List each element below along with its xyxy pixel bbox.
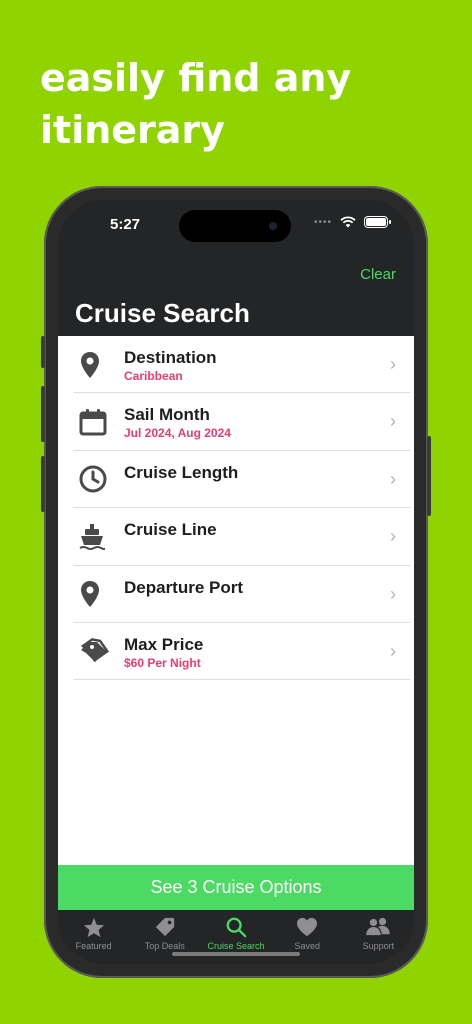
tag-icon xyxy=(154,916,176,938)
volume-up-button xyxy=(41,386,45,442)
see-cruise-options-button[interactable]: See 3 Cruise Options xyxy=(58,865,414,910)
home-indicator xyxy=(172,952,300,956)
tab-label: Top Deals xyxy=(144,941,185,951)
row-label: Destination xyxy=(124,348,217,367)
clock-icon xyxy=(73,451,113,508)
row-label: Cruise Length xyxy=(124,462,239,482)
promo-headline: easily find any itinerary xyxy=(40,56,352,152)
status-icons: •••• xyxy=(313,216,391,228)
row-label: Sail Month xyxy=(124,405,210,425)
app-screen: 5:27 •••• Clear Cruise Search Destinatio… xyxy=(58,200,414,964)
chevron-right-icon: › xyxy=(390,354,396,374)
status-bar: 5:27 •••• xyxy=(58,200,414,250)
heart-icon xyxy=(296,916,318,938)
tab-label: Featured xyxy=(75,941,112,951)
row-label: Cruise Line xyxy=(124,520,217,540)
tab-support[interactable]: Support xyxy=(343,910,414,964)
row-value: Jul 2024, Aug 2024 xyxy=(124,426,231,441)
chevron-right-icon: › xyxy=(390,583,396,604)
search-filter-list: Destination Caribbean › Sail Month Jul 2… xyxy=(58,336,414,866)
calendar-icon xyxy=(73,393,113,450)
chevron-right-icon: › xyxy=(390,641,396,661)
chevron-right-icon: › xyxy=(390,526,396,547)
page-title: Cruise Search xyxy=(75,298,250,328)
chevron-right-icon: › xyxy=(390,468,396,489)
tab-label: Saved xyxy=(294,941,320,951)
filter-row-cruise-length[interactable]: Cruise Length › xyxy=(73,451,410,509)
price-tag-icon xyxy=(73,623,113,680)
action-button xyxy=(41,336,45,368)
filter-row-max-price[interactable]: Max Price $60 Per Night › xyxy=(73,623,410,681)
camera-icon xyxy=(269,222,277,230)
row-value: $60 Per Night xyxy=(124,656,201,670)
location-pin-icon xyxy=(73,566,113,623)
dynamic-island xyxy=(179,210,291,242)
chevron-right-icon: › xyxy=(390,411,396,432)
tab-label: Support xyxy=(362,941,395,951)
search-icon xyxy=(225,916,247,938)
ship-icon xyxy=(73,508,113,565)
tab-label: Cruise Search xyxy=(207,941,265,951)
tab-featured[interactable]: Featured xyxy=(58,910,129,964)
status-time: 5:27 xyxy=(110,216,141,233)
wifi-icon xyxy=(340,216,356,228)
volume-down-button xyxy=(41,456,45,512)
row-label: Max Price xyxy=(124,635,204,654)
people-icon xyxy=(365,916,391,938)
filter-row-departure-port[interactable]: Departure Port › xyxy=(73,566,410,623)
phone-frame: 5:27 •••• Clear Cruise Search Destinatio… xyxy=(41,186,431,978)
location-pin-icon xyxy=(73,336,113,393)
power-button xyxy=(427,436,431,516)
filter-row-cruise-line[interactable]: Cruise Line › xyxy=(73,508,410,566)
filter-row-sail-month[interactable]: Sail Month Jul 2024, Aug 2024 › xyxy=(73,393,410,451)
signal-icon: •••• xyxy=(313,216,332,228)
row-value: Caribbean xyxy=(124,369,183,383)
filter-row-destination[interactable]: Destination Caribbean › xyxy=(73,336,410,394)
row-label: Departure Port xyxy=(124,577,244,597)
clear-button[interactable]: Clear xyxy=(360,266,396,283)
star-icon xyxy=(83,916,105,938)
battery-icon xyxy=(364,216,391,228)
